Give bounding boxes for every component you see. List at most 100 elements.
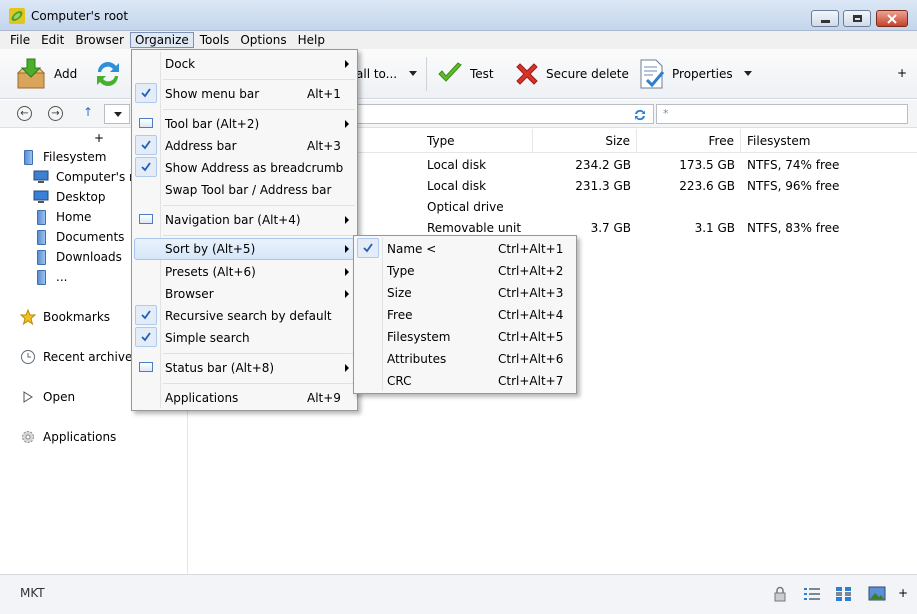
menu-item-label: Navigation bar (Alt+4): [165, 213, 301, 227]
details-view-icon[interactable]: [835, 586, 853, 602]
checkmark-icon: [135, 83, 157, 103]
status-bar-more-button[interactable]: +: [898, 586, 908, 600]
menu-item-shortcut: Alt+1: [307, 87, 341, 101]
history-dropdown[interactable]: [104, 104, 130, 124]
minimize-icon: [820, 19, 830, 23]
desktop-icon: [33, 189, 49, 205]
test-button[interactable]: Test: [436, 57, 494, 91]
menu-tools[interactable]: Tools: [195, 32, 235, 48]
sidebar-item-documents[interactable]: Documents: [33, 229, 124, 245]
menu-item-shortcut: Ctrl+Alt+2: [498, 264, 564, 278]
cell-free: 173.5 GB: [679, 158, 735, 172]
menu-item-label: Name <: [387, 242, 437, 256]
toolbar-more-button[interactable]: +: [897, 66, 907, 80]
lock-icon[interactable]: [773, 586, 787, 602]
menu-item-show-menu-bar[interactable]: Show menu bar Alt+1: [134, 83, 355, 105]
menu-item-label: Address bar: [165, 139, 237, 153]
sidebar-item-applications[interactable]: Applications: [20, 429, 116, 445]
menu-item-dock[interactable]: Dock: [134, 53, 355, 75]
column-header-filesystem[interactable]: Filesystem: [741, 129, 891, 153]
cell-size: 231.3 GB: [575, 179, 631, 193]
convert-button[interactable]: [92, 57, 124, 91]
menu-item-recursive-search-by-default[interactable]: Recursive search by default: [134, 305, 355, 327]
menu-item-label: Show Address as breadcrumb: [165, 161, 344, 175]
column-header-free[interactable]: Free: [637, 129, 741, 153]
close-button[interactable]: [876, 10, 908, 27]
delete-x-icon: [516, 63, 538, 85]
menu-options[interactable]: Options: [235, 32, 291, 48]
thumbnail-view-icon[interactable]: [868, 586, 886, 602]
menu-edit[interactable]: Edit: [36, 32, 69, 48]
menu-item-label: CRC: [387, 374, 412, 388]
column-header-type[interactable]: Type: [421, 129, 533, 153]
sidebar-item-label: Desktop: [56, 190, 106, 204]
sidebar-item-label: Home: [56, 210, 92, 224]
add-archive-icon: [16, 58, 46, 89]
forward-button[interactable]: →: [48, 106, 63, 121]
menu-item-presets[interactable]: Presets (Alt+6): [134, 261, 355, 283]
menu-item-browser[interactable]: Browser: [134, 283, 355, 305]
menu-item-navigation-bar[interactable]: Navigation bar (Alt+4): [134, 209, 355, 231]
computer-monitor-icon: [33, 169, 49, 185]
menu-browser[interactable]: Browser: [70, 32, 129, 48]
sort-item-free[interactable]: Free Ctrl+Alt+4: [356, 304, 574, 326]
menu-item-shortcut: Ctrl+Alt+4: [498, 308, 564, 322]
menu-item-sort-by[interactable]: Sort by (Alt+5): [134, 238, 355, 260]
sidebar-item-filesystem[interactable]: Filesystem: [20, 149, 106, 165]
menu-item-shortcut: Ctrl+Alt+3: [498, 286, 564, 300]
play-arrow-icon: [20, 389, 36, 405]
address-input[interactable]: [356, 104, 654, 124]
sidebar-item-label: ...: [56, 270, 68, 284]
menu-item-status-bar[interactable]: Status bar (Alt+8): [134, 357, 355, 379]
sidebar-expand-button[interactable]: +: [94, 131, 104, 145]
sort-item-type[interactable]: Type Ctrl+Alt+2: [356, 260, 574, 282]
sidebar-item-label: Applications: [43, 430, 117, 444]
search-input[interactable]: *: [656, 104, 908, 124]
cell-type: Local disk: [427, 158, 487, 172]
menu-item-tool-bar[interactable]: Tool bar (Alt+2): [134, 113, 355, 135]
sort-item-filesystem[interactable]: Filesystem Ctrl+Alt+5: [356, 326, 574, 348]
menu-item-simple-search[interactable]: Simple search: [134, 327, 355, 349]
properties-dropdown-arrow-icon[interactable]: [744, 71, 752, 76]
sidebar-item-desktop[interactable]: Desktop: [33, 189, 106, 205]
extract-all-to-button[interactable]: all to...: [356, 57, 397, 91]
menu-item-address-bar[interactable]: Address bar Alt+3: [134, 135, 355, 157]
sidebar-item-home[interactable]: Home: [33, 209, 91, 225]
secure-delete-button[interactable]: Secure delete: [514, 57, 629, 91]
maximize-button[interactable]: [843, 10, 871, 27]
add-button[interactable]: Add: [14, 57, 77, 91]
menu-item-applications[interactable]: Applications Alt+9: [134, 387, 355, 409]
sidebar-item-computers-root[interactable]: Computer's ro: [33, 169, 141, 185]
menu-item-label: Attributes: [387, 352, 447, 366]
menu-item-show-address-as-breadcrumb[interactable]: Show Address as breadcrumb: [134, 157, 355, 179]
title-bar: Computer's root: [0, 0, 917, 31]
menu-item-swap-tool-bar-address-bar[interactable]: Swap Tool bar / Address bar: [134, 179, 355, 201]
column-header-size[interactable]: Size: [533, 129, 637, 153]
checkmark-icon: [135, 305, 157, 325]
up-arrow-icon[interactable]: ↑: [83, 105, 93, 119]
menu-help[interactable]: Help: [293, 32, 330, 48]
sort-item-name[interactable]: Name < Ctrl+Alt+1: [356, 238, 574, 260]
extract-dropdown-arrow-icon[interactable]: [409, 71, 417, 76]
menu-organize[interactable]: Organize: [129, 32, 194, 48]
sidebar-item-more[interactable]: ...: [33, 269, 67, 285]
sort-item-size[interactable]: Size Ctrl+Alt+3: [356, 282, 574, 304]
sidebar-item-label: Downloads: [56, 250, 122, 264]
properties-button[interactable]: Properties: [638, 57, 733, 91]
cell-type: Local disk: [427, 179, 487, 193]
sidebar-item-downloads[interactable]: Downloads: [33, 249, 122, 265]
sidebar-item-open[interactable]: Open: [20, 389, 75, 405]
sidebar-item-recent-archives[interactable]: Recent archives: [20, 349, 139, 365]
checkmark-icon: [357, 238, 379, 258]
menu-file[interactable]: File: [5, 32, 35, 48]
back-button[interactable]: ←: [17, 106, 32, 121]
sort-item-crc[interactable]: CRC Ctrl+Alt+7: [356, 370, 574, 392]
refresh-icon[interactable]: [633, 108, 647, 122]
menu-item-label: Applications: [165, 391, 239, 405]
minimize-button[interactable]: [811, 10, 839, 27]
checkmark-icon: [135, 157, 157, 177]
sidebar-item-bookmarks[interactable]: Bookmarks: [20, 309, 110, 325]
sort-item-attributes[interactable]: Attributes Ctrl+Alt+6: [356, 348, 574, 370]
cell-size: 234.2 GB: [575, 158, 631, 172]
list-view-icon[interactable]: [803, 586, 821, 602]
